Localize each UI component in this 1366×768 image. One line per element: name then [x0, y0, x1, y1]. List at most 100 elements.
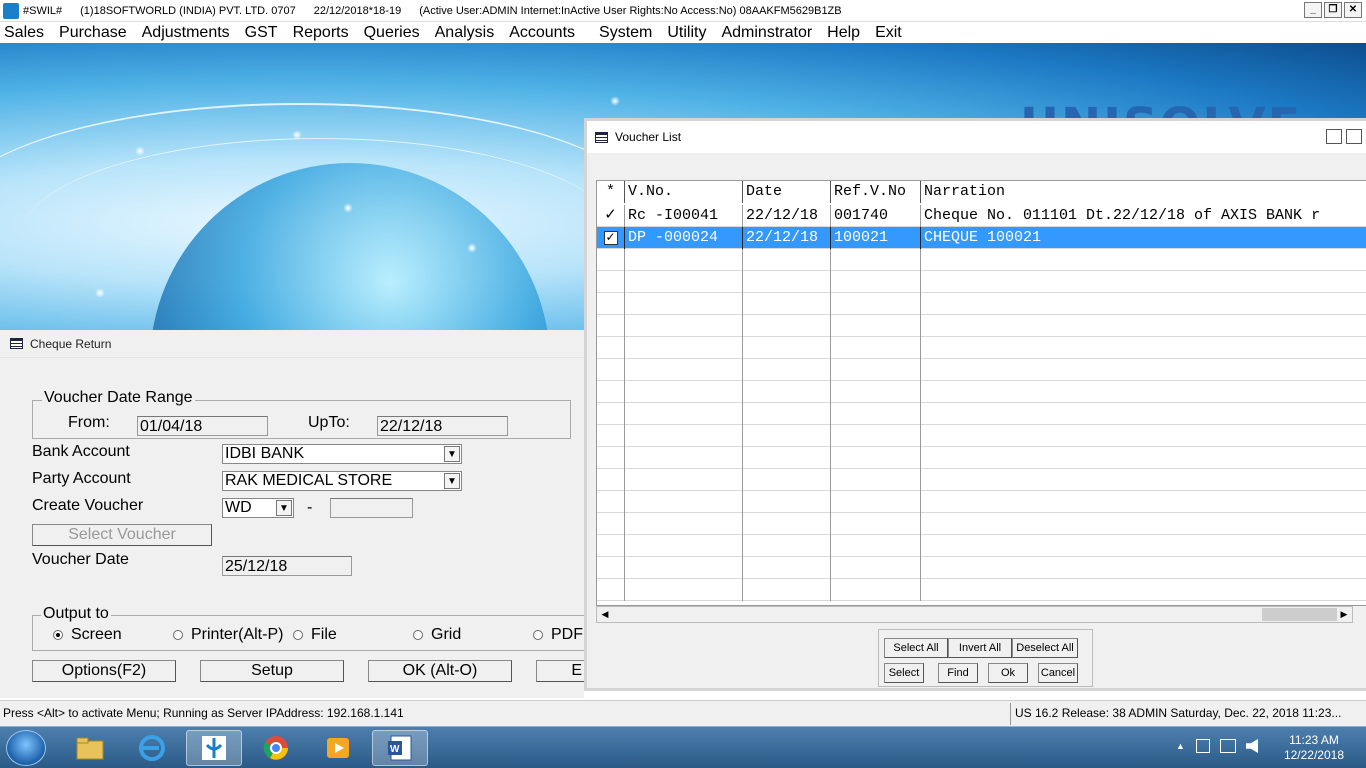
- menu-accounts[interactable]: Accounts: [505, 24, 575, 42]
- internet-explorer-icon[interactable]: [124, 730, 180, 766]
- deselect-all-button[interactable]: Deselect All: [1012, 638, 1078, 658]
- empty-cell: [831, 337, 921, 359]
- bank-account-value: IDBI BANK: [225, 445, 305, 462]
- output-file-radio[interactable]: File: [293, 626, 337, 644]
- empty-cell: [743, 425, 831, 447]
- row-checkbox[interactable]: ✓: [597, 227, 625, 249]
- menu-reports[interactable]: Reports: [289, 24, 349, 42]
- empty-cell: [597, 557, 625, 579]
- empty-cell: [743, 403, 831, 425]
- row-date: 22/12/18: [743, 227, 831, 249]
- col-mark-header[interactable]: *: [597, 181, 625, 203]
- empty-cell: [597, 469, 625, 491]
- window-menu-icon[interactable]: [595, 131, 608, 143]
- empty-cell: [625, 271, 743, 293]
- chevron-down-icon[interactable]: ▼: [444, 473, 460, 489]
- empty-cell: [597, 293, 625, 315]
- options-button[interactable]: Options(F2): [32, 660, 176, 682]
- party-account-select[interactable]: RAK MEDICAL STORE ▼: [222, 471, 462, 491]
- col-date-header[interactable]: Date: [743, 181, 831, 203]
- ok-select-button[interactable]: Ok: [988, 663, 1028, 683]
- swil-app-icon[interactable]: [186, 730, 242, 766]
- status-bar: Press <Alt> to activate Menu; Running as…: [0, 700, 1366, 726]
- scroll-thumb[interactable]: [1262, 608, 1337, 621]
- exit-button[interactable]: E: [536, 660, 584, 682]
- empty-cell: [743, 491, 831, 513]
- volume-icon[interactable]: [1246, 739, 1258, 753]
- empty-table-row: [597, 271, 1366, 293]
- menu-system[interactable]: System: [595, 24, 652, 42]
- select-voucher-button[interactable]: Select Voucher: [32, 524, 212, 546]
- media-player-icon[interactable]: [310, 730, 366, 766]
- chrome-icon[interactable]: [248, 730, 304, 766]
- network-icon[interactable]: [1220, 739, 1236, 753]
- show-hidden-icons[interactable]: ▲: [1176, 741, 1185, 751]
- menu-sales[interactable]: Sales: [0, 24, 44, 42]
- find-button[interactable]: Find: [938, 663, 978, 683]
- menu-analysis[interactable]: Analysis: [431, 24, 495, 42]
- voucher-grid[interactable]: * V.No. Date Ref.V.No Narration ✓ Rc -I0…: [596, 180, 1366, 606]
- scroll-left-icon[interactable]: ◀: [598, 608, 612, 621]
- voucher-series-field[interactable]: [330, 498, 413, 518]
- action-center-icon[interactable]: [1196, 739, 1210, 753]
- col-vno-header[interactable]: V.No.: [625, 181, 743, 203]
- empty-cell: [921, 491, 1366, 513]
- horizontal-scrollbar[interactable]: ◀ ▶: [596, 606, 1353, 623]
- table-row[interactable]: ✓ Rc -I00041 22/12/18 001740 Cheque No. …: [597, 205, 1366, 227]
- menu-adjustments[interactable]: Adjustments: [138, 24, 230, 42]
- chevron-down-icon[interactable]: ▼: [276, 500, 292, 516]
- maximize-icon[interactable]: [1346, 129, 1362, 144]
- start-button[interactable]: [6, 730, 46, 766]
- restore-button[interactable]: ❐: [1324, 2, 1342, 18]
- empty-cell: [597, 315, 625, 337]
- empty-cell: [831, 535, 921, 557]
- word-icon[interactable]: W: [372, 730, 428, 766]
- col-narration-header[interactable]: Narration: [921, 181, 1366, 203]
- output-screen-radio[interactable]: Screen: [53, 626, 122, 644]
- minimize-icon[interactable]: [1326, 129, 1342, 144]
- file-explorer-icon[interactable]: [62, 730, 118, 766]
- menu-queries[interactable]: Queries: [360, 24, 420, 42]
- menu-gst[interactable]: GST: [241, 24, 278, 42]
- menu-purchase[interactable]: Purchase: [55, 24, 127, 42]
- voucher-date-field[interactable]: 25/12/18: [222, 556, 352, 576]
- light-arc: [20, 138, 620, 330]
- menu-utility[interactable]: Utility: [663, 24, 706, 42]
- cancel-button[interactable]: Cancel: [1038, 663, 1078, 683]
- empty-cell: [625, 469, 743, 491]
- create-voucher-select[interactable]: WD ▼: [222, 498, 294, 518]
- empty-cell: [831, 579, 921, 601]
- empty-cell: [625, 513, 743, 535]
- from-date-field[interactable]: 01/04/18: [137, 416, 268, 436]
- select-all-button[interactable]: Select All: [884, 638, 948, 658]
- chevron-down-icon[interactable]: ▼: [444, 446, 460, 462]
- menu-help[interactable]: Help: [823, 24, 860, 42]
- empty-cell: [625, 249, 743, 271]
- menu-adminstrator[interactable]: Adminstrator: [717, 24, 812, 42]
- close-button[interactable]: ✕: [1344, 2, 1362, 18]
- setup-button[interactable]: Setup: [200, 660, 344, 682]
- select-button[interactable]: Select: [884, 663, 924, 683]
- table-row-selected[interactable]: ✓ DP -000024 22/12/18 100021 CHEQUE 1000…: [597, 227, 1366, 249]
- voucher-list-header: Voucher List: [587, 121, 1366, 153]
- bank-account-select[interactable]: IDBI BANK ▼: [222, 444, 462, 464]
- output-grid-radio[interactable]: Grid: [413, 626, 461, 644]
- row-narration: Cheque No. 011101 Dt.22/12/18 of AXIS BA…: [924, 207, 1321, 224]
- empty-cell: [831, 469, 921, 491]
- output-printer-radio[interactable]: Printer(Alt-P): [173, 626, 283, 644]
- ok-button[interactable]: OK (Alt-O): [368, 660, 512, 682]
- row-ref: 100021: [831, 227, 921, 249]
- upto-date-field[interactable]: 22/12/18: [377, 416, 508, 436]
- output-pdf-radio[interactable]: PDF: [533, 626, 583, 644]
- scroll-right-icon[interactable]: ▶: [1337, 608, 1351, 621]
- invert-all-button[interactable]: Invert All: [948, 638, 1012, 658]
- window-menu-icon[interactable]: [10, 338, 23, 349]
- clock[interactable]: 11:23 AM 12/22/2018: [1284, 733, 1344, 763]
- empty-cell: [743, 249, 831, 271]
- col-ref-header[interactable]: Ref.V.No: [831, 181, 921, 203]
- menu-exit[interactable]: Exit: [871, 24, 902, 42]
- empty-cell: [921, 271, 1366, 293]
- voucher-list-window: Voucher List * V.No. Date Ref.V.No Narra…: [584, 118, 1366, 691]
- minimize-button[interactable]: _: [1304, 2, 1322, 18]
- row-check[interactable]: ✓: [597, 205, 625, 227]
